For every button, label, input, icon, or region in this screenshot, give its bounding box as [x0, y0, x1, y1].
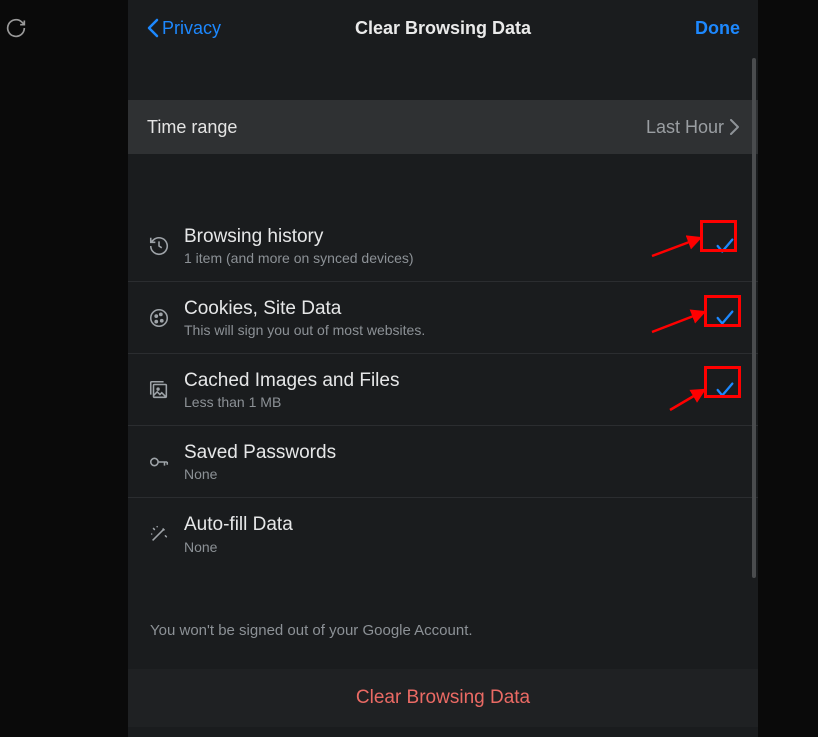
row-cookies[interactable]: Cookies, Site Data This will sign you ou… [128, 282, 758, 354]
header: Privacy Clear Browsing Data Done [128, 0, 758, 56]
time-range-label: Time range [147, 117, 237, 138]
row-subtitle: This will sign you out of most websites. [184, 322, 711, 338]
key-icon [142, 451, 176, 473]
settings-panel: Privacy Clear Browsing Data Done Time ra… [128, 0, 758, 737]
history-icon [142, 235, 176, 257]
row-title: Browsing history [184, 225, 711, 249]
check-icon [711, 232, 739, 260]
row-saved-passwords[interactable]: Saved Passwords None [128, 426, 758, 498]
done-button[interactable]: Done [695, 18, 740, 39]
scrollbar[interactable] [752, 58, 756, 578]
back-button[interactable]: Privacy [146, 18, 221, 39]
check-icon [711, 376, 739, 404]
row-subtitle: None [184, 539, 739, 555]
images-icon [142, 379, 176, 401]
row-title: Cached Images and Files [184, 369, 711, 393]
chevron-left-icon [146, 18, 160, 38]
cookie-icon [142, 307, 176, 329]
time-range-value: Last Hour [646, 117, 739, 138]
row-title: Cookies, Site Data [184, 297, 711, 321]
data-type-list: Browsing history 1 item (and more on syn… [128, 210, 758, 570]
refresh-icon [6, 18, 26, 43]
row-title: Saved Passwords [184, 441, 739, 465]
row-cached-images[interactable]: Cached Images and Files Less than 1 MB [128, 354, 758, 426]
footer-note: You won't be signed out of your Google A… [128, 622, 758, 639]
clear-browsing-data-button[interactable]: Clear Browsing Data [128, 669, 758, 727]
time-range-row[interactable]: Time range Last Hour [128, 100, 758, 154]
page-title: Clear Browsing Data [355, 18, 531, 39]
row-title: Auto-fill Data [184, 513, 739, 537]
back-label: Privacy [162, 18, 221, 39]
row-subtitle: Less than 1 MB [184, 394, 711, 410]
row-autofill[interactable]: Auto-fill Data None [128, 498, 758, 570]
check-icon [711, 304, 739, 332]
row-subtitle: None [184, 466, 739, 482]
wand-icon [142, 523, 176, 545]
row-browsing-history[interactable]: Browsing history 1 item (and more on syn… [128, 210, 758, 282]
row-subtitle: 1 item (and more on synced devices) [184, 250, 711, 266]
chevron-right-icon [730, 119, 739, 135]
